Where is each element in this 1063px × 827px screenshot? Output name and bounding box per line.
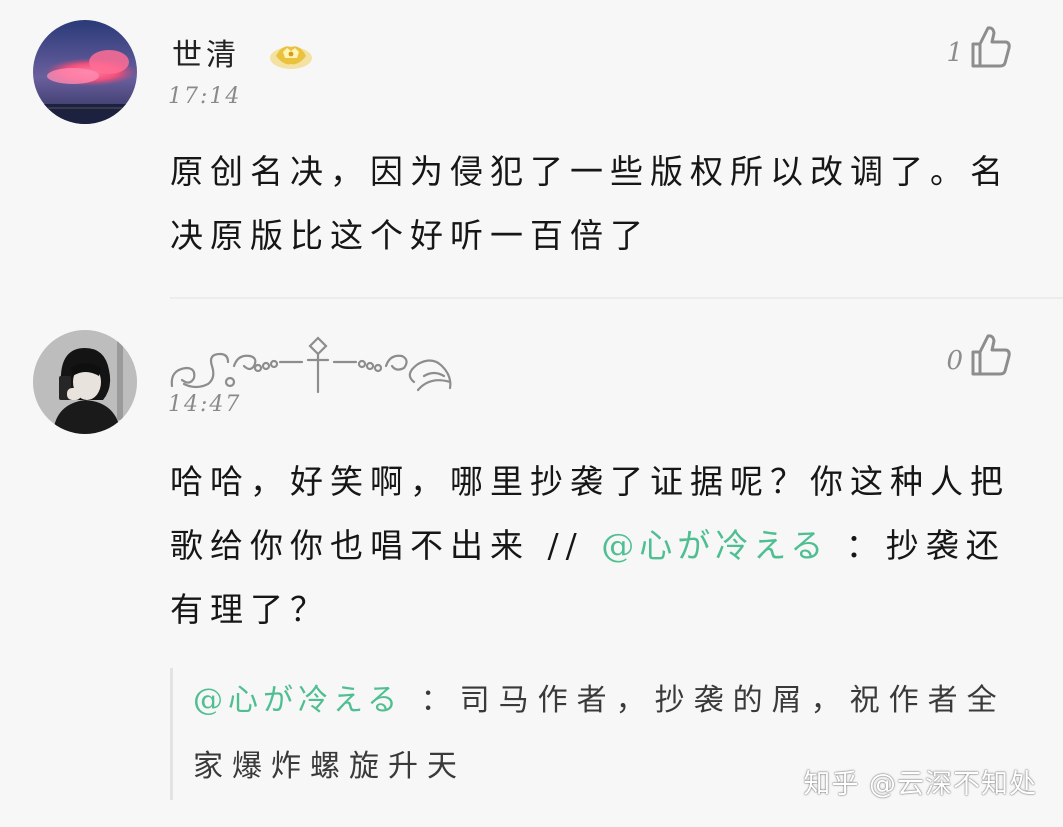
crown-badge-icon: [268, 38, 314, 72]
avatar[interactable]: [33, 20, 137, 124]
thumbs-up-icon[interactable]: [969, 332, 1013, 378]
like-count: 0: [946, 346, 963, 376]
comment-item: 14:47 0 哈哈，好笑啊，哪里抄袭了证据呢？你这种人把歌给你你也唱不出来 /…: [0, 300, 1063, 827]
like-count: 1: [946, 38, 963, 68]
mention-link[interactable]: @心が冷える: [193, 683, 402, 718]
mention-link[interactable]: @心が冷える: [601, 526, 828, 565]
avatar[interactable]: [33, 330, 137, 434]
comment-time: 17:14: [168, 84, 242, 109]
ornamental-flourish-name-icon[interactable]: [166, 332, 466, 394]
comment-item: 世清 17:14 1 原创名决，因为侵犯了一些版权所以改调了。名决原版比这个好听…: [0, 0, 1063, 300]
comment-time: 14:47: [168, 392, 242, 417]
like-button[interactable]: 1: [946, 24, 1013, 70]
avatar-sunset-image: [33, 20, 137, 124]
username[interactable]: 世清: [172, 30, 240, 74]
avatar-mirror-selfie-image: [33, 330, 137, 434]
like-button[interactable]: 0: [946, 332, 1013, 378]
thumbs-up-icon[interactable]: [969, 24, 1013, 70]
divider: [170, 297, 1063, 299]
comment-text: 原创名决，因为侵犯了一些版权所以改调了。名决原版比这个好听一百倍了: [170, 152, 1010, 255]
comment-text: 哈哈，好笑啊，哪里抄袭了证据呢？你这种人把歌给你你也唱不出来 // @心が冷える…: [170, 450, 1021, 642]
watermark: 知乎 @云深不知处: [803, 769, 1037, 800]
